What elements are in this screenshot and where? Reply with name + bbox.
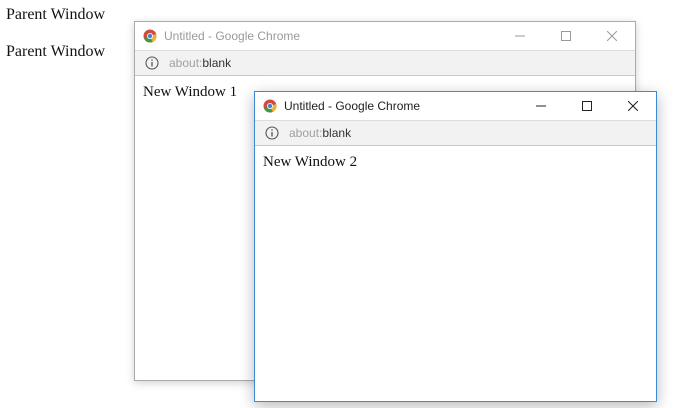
parent-window-text-2: Parent Window xyxy=(6,43,106,60)
minimize-button[interactable] xyxy=(518,92,564,120)
close-icon xyxy=(628,101,638,111)
url-scheme: about: xyxy=(169,56,203,70)
window-1-address-bar[interactable]: about:blank xyxy=(135,50,635,76)
close-icon xyxy=(607,31,617,41)
chrome-icon xyxy=(263,99,277,113)
minimize-icon xyxy=(515,35,525,37)
browser-window-2[interactable]: Untitled - Google Chrome about:blank New… xyxy=(254,91,657,402)
maximize-icon xyxy=(561,31,571,41)
chrome-icon xyxy=(143,29,157,43)
window-2-content: New Window 2 xyxy=(263,154,358,170)
window-2-titlebar[interactable]: Untitled - Google Chrome xyxy=(255,92,656,120)
maximize-button[interactable] xyxy=(543,22,589,50)
parent-window-text-1: Parent Window xyxy=(6,6,106,23)
window-1-url[interactable]: about:blank xyxy=(169,56,231,70)
window-2-title: Untitled - Google Chrome xyxy=(284,99,421,113)
close-button[interactable] xyxy=(610,92,656,120)
window-2-address-bar[interactable]: about:blank xyxy=(255,120,656,146)
window-1-titlebar[interactable]: Untitled - Google Chrome xyxy=(135,22,635,50)
info-icon[interactable] xyxy=(145,56,159,70)
url-scheme: about: xyxy=(289,126,323,140)
info-icon[interactable] xyxy=(265,126,279,140)
minimize-button[interactable] xyxy=(497,22,543,50)
maximize-icon xyxy=(582,101,592,111)
window-1-title: Untitled - Google Chrome xyxy=(164,29,301,43)
minimize-icon xyxy=(536,105,546,107)
maximize-button[interactable] xyxy=(564,92,610,120)
url-path: blank xyxy=(322,126,352,140)
window-2-url[interactable]: about:blank xyxy=(289,126,351,140)
url-path: blank xyxy=(202,56,232,70)
close-button[interactable] xyxy=(589,22,635,50)
